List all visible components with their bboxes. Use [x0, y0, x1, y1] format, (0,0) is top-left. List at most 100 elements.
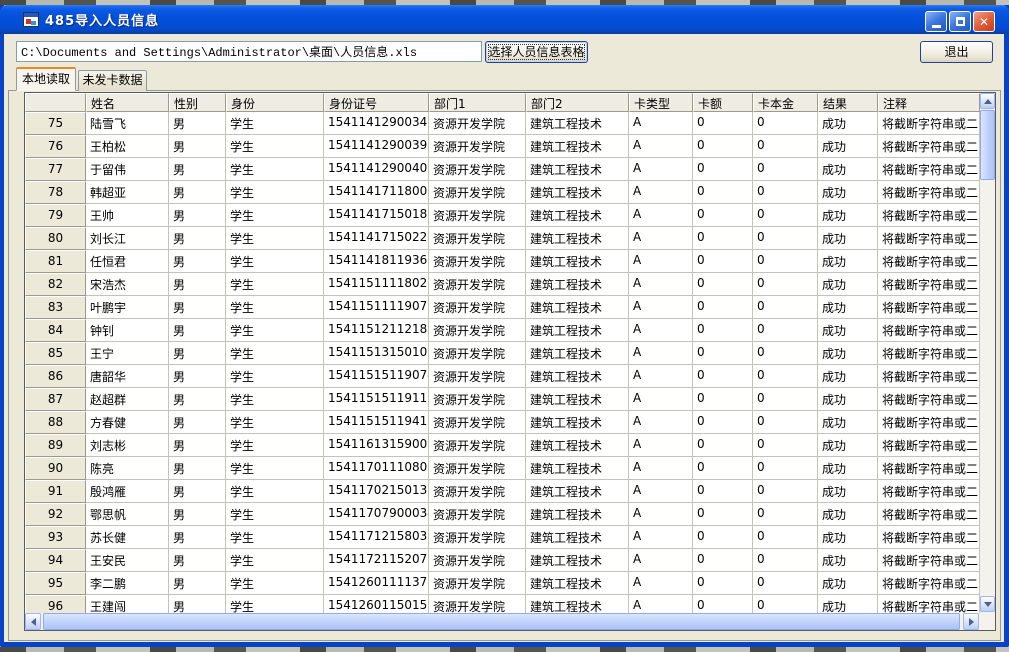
cell[interactable]: 男 [169, 503, 226, 526]
cell[interactable]: 资源开发学院 [429, 480, 526, 503]
cell[interactable]: 0 [753, 112, 818, 135]
row-header[interactable]: 92 [25, 503, 86, 526]
cell[interactable]: A [629, 365, 693, 388]
cell[interactable]: 将截断字符串或二... [878, 112, 980, 135]
cell[interactable]: 王建闯 [86, 595, 169, 613]
cell[interactable]: 苏长健 [86, 526, 169, 549]
cell[interactable]: 男 [169, 342, 226, 365]
cell[interactable]: 资源开发学院 [429, 158, 526, 181]
cell[interactable]: 0 [693, 503, 753, 526]
cell[interactable]: 成功 [818, 135, 878, 158]
cell[interactable]: 建筑工程技术 [526, 434, 629, 457]
cell[interactable]: A [629, 158, 693, 181]
cell[interactable]: 15411513150101 [324, 342, 429, 365]
cell[interactable]: 15411511118026 [324, 273, 429, 296]
cell[interactable]: 成功 [818, 319, 878, 342]
cell[interactable]: 学生 [226, 503, 324, 526]
cell[interactable]: 将截断字符串或二... [878, 158, 980, 181]
cell[interactable]: 资源开发学院 [429, 250, 526, 273]
cell[interactable]: 0 [753, 204, 818, 227]
cell[interactable]: 0 [693, 250, 753, 273]
cell[interactable]: 资源开发学院 [429, 572, 526, 595]
cell[interactable]: 男 [169, 388, 226, 411]
row-header[interactable]: 94 [25, 549, 86, 572]
cell[interactable]: 15412601111377 [324, 572, 429, 595]
cell[interactable]: 0 [753, 181, 818, 204]
row-header[interactable]: 81 [25, 250, 86, 273]
cell[interactable]: 15411702150133 [324, 480, 429, 503]
cell[interactable]: A [629, 135, 693, 158]
cell[interactable]: 资源开发学院 [429, 365, 526, 388]
cell[interactable]: 15411412900391 [324, 135, 429, 158]
cell[interactable]: 0 [693, 526, 753, 549]
cell[interactable]: 将截断字符串或二... [878, 273, 980, 296]
cell[interactable]: 0 [753, 480, 818, 503]
cell[interactable]: 建筑工程技术 [526, 319, 629, 342]
row-header[interactable]: 83 [25, 296, 86, 319]
cell[interactable]: A [629, 227, 693, 250]
cell[interactable]: 学生 [226, 388, 324, 411]
row-header[interactable]: 89 [25, 434, 86, 457]
scroll-down-button[interactable] [980, 596, 995, 612]
cell[interactable]: 成功 [818, 158, 878, 181]
cell[interactable]: 将截断字符串或二... [878, 411, 980, 434]
cell[interactable]: 学生 [226, 158, 324, 181]
cell[interactable]: 任恒君 [86, 250, 169, 273]
cell[interactable]: 成功 [818, 112, 878, 135]
cell[interactable]: 资源开发学院 [429, 135, 526, 158]
cell[interactable]: 男 [169, 227, 226, 250]
cell[interactable]: 0 [693, 342, 753, 365]
cell[interactable]: 男 [169, 296, 226, 319]
minimize-button[interactable] [925, 11, 947, 32]
cell[interactable]: 0 [693, 434, 753, 457]
cell[interactable]: 男 [169, 526, 226, 549]
cell[interactable]: 学生 [226, 549, 324, 572]
cell[interactable]: 0 [753, 595, 818, 613]
cell[interactable]: 钟钊 [86, 319, 169, 342]
cell[interactable]: 男 [169, 319, 226, 342]
scroll-up-button[interactable] [980, 93, 995, 109]
cell[interactable]: 资源开发学院 [429, 181, 526, 204]
row-header[interactable]: 80 [25, 227, 86, 250]
cell[interactable]: 建筑工程技术 [526, 227, 629, 250]
row-header[interactable]: 95 [25, 572, 86, 595]
cell[interactable]: 男 [169, 457, 226, 480]
cell[interactable]: 15411712158037 [324, 526, 429, 549]
cell[interactable]: 成功 [818, 227, 878, 250]
cell[interactable]: 男 [169, 135, 226, 158]
cell[interactable]: 王安民 [86, 549, 169, 572]
cell[interactable]: A [629, 319, 693, 342]
file-path-input[interactable] [16, 41, 482, 62]
cell[interactable]: 15411511119073 [324, 296, 429, 319]
cell[interactable]: 0 [693, 388, 753, 411]
cell[interactable]: 15411515119074 [324, 365, 429, 388]
cell[interactable]: 将截断字符串或二... [878, 227, 980, 250]
cell[interactable]: 15411515119115 [324, 388, 429, 411]
cell[interactable]: 男 [169, 365, 226, 388]
cell[interactable]: 建筑工程技术 [526, 181, 629, 204]
cell[interactable]: 0 [753, 572, 818, 595]
vertical-scroll-thumb[interactable] [980, 110, 995, 180]
cell[interactable]: 0 [753, 273, 818, 296]
cell[interactable]: 方春健 [86, 411, 169, 434]
column-header[interactable]: 身份证号 [324, 93, 429, 112]
cell[interactable]: 15411613159001 [324, 434, 429, 457]
cell[interactable]: 男 [169, 181, 226, 204]
cell[interactable]: 男 [169, 572, 226, 595]
column-header[interactable]: 身份 [226, 93, 324, 112]
cell[interactable]: 0 [693, 595, 753, 613]
cell[interactable]: 于留伟 [86, 158, 169, 181]
cell[interactable]: 成功 [818, 342, 878, 365]
cell[interactable]: 0 [693, 411, 753, 434]
cell[interactable]: 15411412900341 [324, 112, 429, 135]
cell[interactable]: A [629, 250, 693, 273]
cell[interactable]: A [629, 342, 693, 365]
cell[interactable]: 将截断字符串或二... [878, 503, 980, 526]
cell[interactable]: 建筑工程技术 [526, 250, 629, 273]
row-header[interactable]: 75 [25, 112, 86, 135]
cell[interactable]: 将截断字符串或二... [878, 434, 980, 457]
tab-uncarded-data[interactable]: 未发卡数据 [78, 70, 147, 91]
cell[interactable]: A [629, 273, 693, 296]
cell[interactable]: 将截断字符串或二... [878, 342, 980, 365]
cell[interactable]: 成功 [818, 411, 878, 434]
